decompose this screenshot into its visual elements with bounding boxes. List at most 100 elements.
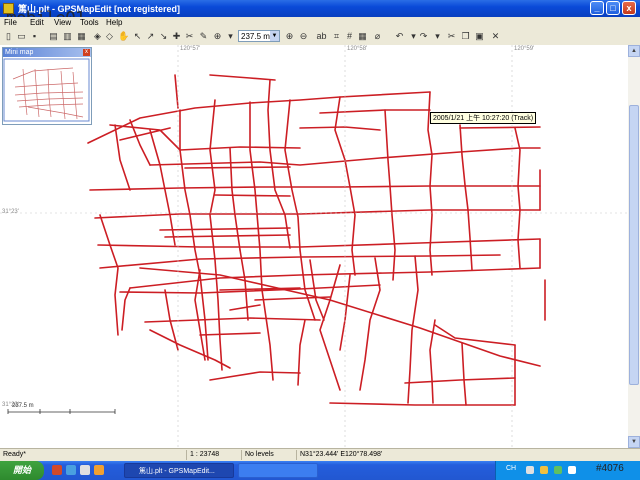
road-b5 xyxy=(119,127,171,141)
ruler-icon[interactable]: ⊕ xyxy=(212,31,223,42)
road-h5 xyxy=(94,209,541,219)
road-h10 xyxy=(144,317,321,323)
title-bar: 篤山.plt - GPSMapEdit [not registered] _ □… xyxy=(0,0,640,17)
road-v11 xyxy=(384,109,396,281)
road-h11 xyxy=(149,329,231,369)
quicklaunch-icon-2[interactable] xyxy=(66,465,76,475)
road-h4 xyxy=(89,185,541,191)
copy-icon[interactable]: ❐ xyxy=(460,31,471,42)
split-icon[interactable]: ✂ xyxy=(184,31,195,42)
road-h19 xyxy=(319,109,431,114)
mini-map-close-button[interactable]: x xyxy=(83,49,90,56)
scroll-up-icon[interactable]: ▲ xyxy=(628,45,640,57)
grid-icon[interactable]: ⌗ xyxy=(331,31,342,42)
task-second-window[interactable] xyxy=(238,463,318,478)
toolbar: ▯ ▭ ▪ ▤ ▥ ▦ ◈ ◇ ✋ ↖ ↗ ↘ ✚ ✂ ✎ ⊕ ▾ 237.5 … xyxy=(0,29,640,46)
road-v23 xyxy=(297,319,306,386)
road-h15 xyxy=(329,402,516,406)
road-b2 xyxy=(164,234,291,238)
delete-icon[interactable]: ✕ xyxy=(490,31,501,42)
minimize-button[interactable]: _ xyxy=(590,1,604,15)
road-b4 xyxy=(214,194,291,197)
paste-icon[interactable]: ▣ xyxy=(474,31,485,42)
road-h6 xyxy=(97,238,541,248)
attach-icon[interactable]: ⌀ xyxy=(372,31,383,42)
labels-icon[interactable]: ab xyxy=(316,31,327,42)
import-icon[interactable]: ▥ xyxy=(62,31,73,42)
waypoint-icon[interactable]: ◈ xyxy=(92,31,103,42)
status-levels: No levels xyxy=(241,450,295,460)
tray-language[interactable]: CH xyxy=(506,465,516,472)
save-icon[interactable]: ▪ xyxy=(29,31,40,42)
menu-help[interactable]: Help xyxy=(106,18,122,27)
undo-icon[interactable]: ↶ xyxy=(394,31,405,42)
dropdown-arrow-icon[interactable]: ▾ xyxy=(225,31,236,42)
status-coords: N31°23.444' E120°78.498' xyxy=(296,450,450,460)
hash-grid-icon[interactable]: # xyxy=(344,31,355,42)
quicklaunch-icon-3[interactable] xyxy=(80,465,90,475)
menu-edit[interactable]: Edit xyxy=(30,18,44,27)
route-icon[interactable]: ◇ xyxy=(104,31,115,42)
road-v18 xyxy=(407,255,419,404)
tray-badge: #4076 xyxy=(596,463,624,474)
pointer-icon[interactable]: ↖ xyxy=(132,31,143,42)
tray-icon-3[interactable] xyxy=(554,466,562,474)
zoom-scale-value: 237.5 m xyxy=(241,32,270,41)
road-v13 xyxy=(459,124,473,271)
road-v28 xyxy=(129,119,151,166)
map-canvas[interactable]: 120°57' 120°58' 120°59' 31°23' 31°22' 23… xyxy=(0,45,628,448)
menu-bar: File Edit View Tools Help xyxy=(0,17,640,29)
edit-nodes-icon[interactable]: ↘ xyxy=(158,31,169,42)
zoom-in-icon[interactable]: ⊕ xyxy=(284,31,295,42)
status-bar: Ready* 1 : 23748 No levels N31°23.444' E… xyxy=(0,448,640,462)
tray-icon-1[interactable] xyxy=(526,466,534,474)
road-h2 xyxy=(179,146,301,151)
draw-icon[interactable]: ✎ xyxy=(198,31,209,42)
cut-icon[interactable]: ✂ xyxy=(446,31,457,42)
status-scale: 1 : 23748 xyxy=(186,450,240,460)
task-gpsmapedit[interactable]: 篤山.plt - GPSMapEdit... xyxy=(124,463,234,478)
menu-tools[interactable]: Tools xyxy=(80,18,99,27)
export-icon[interactable]: ▦ xyxy=(76,31,87,42)
road-h20 xyxy=(459,126,541,129)
open-folder-icon[interactable]: ▭ xyxy=(16,31,27,42)
redo-dropdown-icon[interactable]: ▾ xyxy=(432,31,443,42)
hand-pan-icon[interactable]: ✋ xyxy=(118,31,129,42)
scroll-thumb[interactable] xyxy=(629,105,639,385)
road-v2 xyxy=(121,287,131,331)
menu-view[interactable]: View xyxy=(54,18,71,27)
lat-label-1: 31°23' xyxy=(2,209,19,215)
mini-map-preview[interactable] xyxy=(3,57,91,123)
new-file-icon[interactable]: ▯ xyxy=(3,31,14,42)
layers-icon[interactable]: ▦ xyxy=(357,31,368,42)
menu-file[interactable]: File xyxy=(4,18,17,27)
road-h13 xyxy=(434,324,516,346)
tray-icon-2[interactable] xyxy=(540,466,548,474)
select-arrow-icon[interactable]: ↗ xyxy=(145,31,156,42)
vertical-scrollbar[interactable]: ▲ ▼ xyxy=(628,45,640,448)
print-icon[interactable]: ▤ xyxy=(48,31,59,42)
road-b7 xyxy=(254,296,331,301)
quicklaunch-icon-1[interactable] xyxy=(52,465,62,475)
tray-icon-4[interactable] xyxy=(568,466,576,474)
road-h12 xyxy=(209,371,301,381)
road-v19 xyxy=(461,342,467,406)
road-b8 xyxy=(229,304,261,311)
status-state: Ready* xyxy=(3,451,26,458)
redo-icon[interactable]: ↷ xyxy=(418,31,429,42)
start-button[interactable]: 開始 xyxy=(0,461,44,480)
zoom-out-icon[interactable]: ⊖ xyxy=(298,31,309,42)
lon-label-3: 120°59' xyxy=(514,46,535,52)
mini-map-header: Mini map x xyxy=(3,48,91,57)
road-v4 xyxy=(179,109,209,361)
quicklaunch-icon-4[interactable] xyxy=(94,465,104,475)
road-v17 xyxy=(359,257,381,391)
zoom-scale-select[interactable]: 237.5 m ▼ xyxy=(238,30,280,42)
maximize-button[interactable]: □ xyxy=(606,1,620,15)
add-node-icon[interactable]: ✚ xyxy=(171,31,182,42)
chevron-down-icon: ▼ xyxy=(270,31,279,41)
road-v15 xyxy=(174,74,179,109)
scroll-down-icon[interactable]: ▼ xyxy=(628,436,640,448)
mini-map-panel[interactable]: Mini map x xyxy=(2,47,92,125)
close-button[interactable]: x xyxy=(622,1,636,15)
